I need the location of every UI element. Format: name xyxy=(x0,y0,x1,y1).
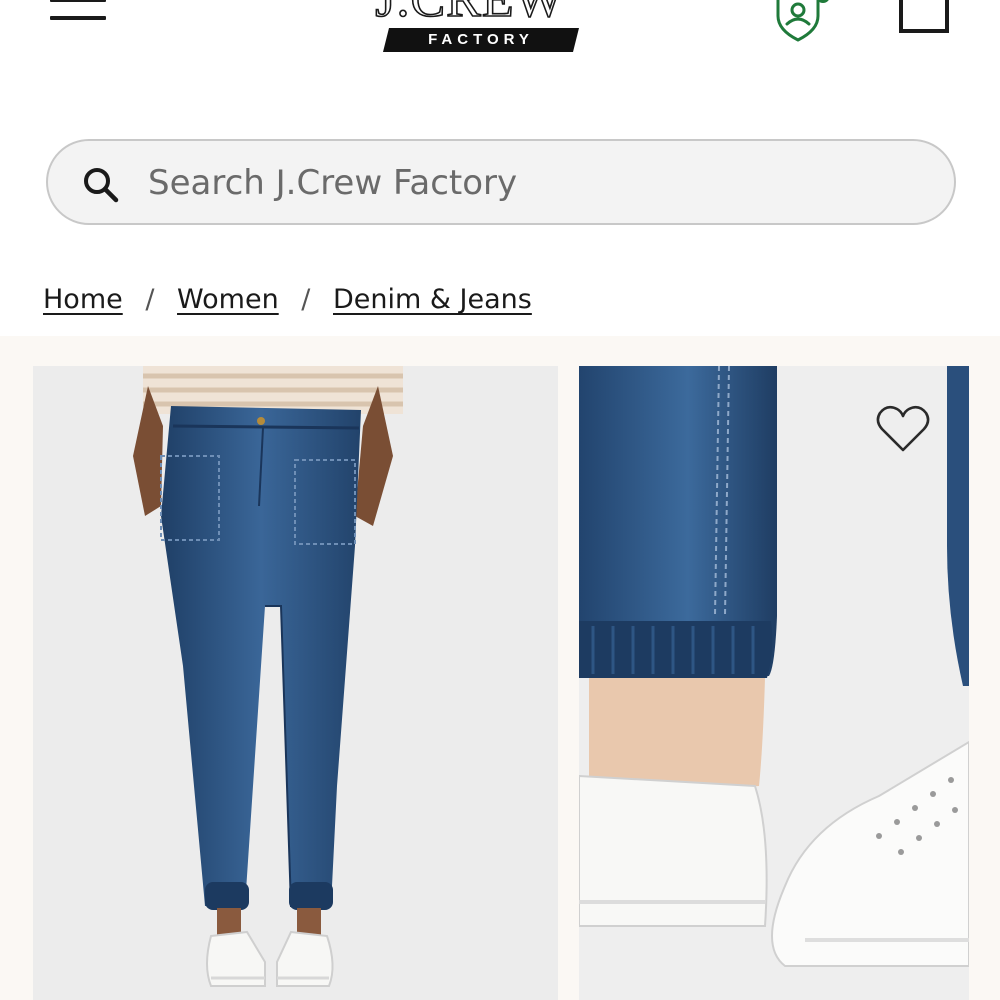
breadcrumb: Home / Women / Denim & Jeans xyxy=(43,280,532,320)
shopping-bag-icon xyxy=(899,0,949,33)
hamburger-menu-icon[interactable] xyxy=(48,0,108,24)
shopping-bag-button[interactable] xyxy=(896,0,952,38)
product-image-full-look[interactable] xyxy=(33,366,558,1000)
search-input[interactable] xyxy=(146,149,930,217)
site-header: J.CREW FACTORY xyxy=(0,0,1000,70)
rewards-button[interactable] xyxy=(768,0,838,44)
breadcrumb-home[interactable]: Home xyxy=(43,284,123,315)
logo-wordmark: J.CREW xyxy=(350,0,590,26)
search-bar[interactable] xyxy=(46,139,956,225)
breadcrumb-separator: / xyxy=(145,284,155,315)
breadcrumb-women[interactable]: Women xyxy=(177,284,279,315)
product-image-cuff-detail[interactable] xyxy=(579,366,969,1000)
heart-outline-icon[interactable] xyxy=(874,402,932,456)
jcrew-factory-logo[interactable]: J.CREW FACTORY xyxy=(350,0,590,56)
breadcrumb-separator: / xyxy=(301,284,311,315)
logo-subtitle: FACTORY xyxy=(428,31,534,48)
breadcrumb-denim-jeans[interactable]: Denim & Jeans xyxy=(333,284,532,315)
product-image-gallery xyxy=(0,336,1000,1000)
search-icon[interactable] xyxy=(82,166,120,204)
rewards-badge-icon xyxy=(776,0,829,42)
